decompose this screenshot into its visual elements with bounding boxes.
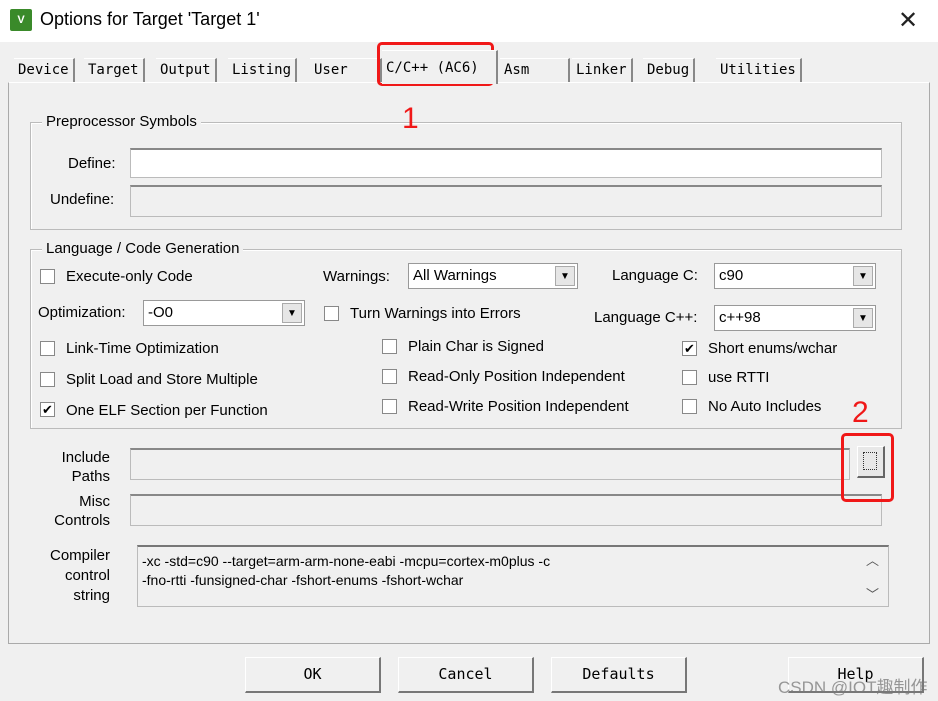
split-load-label: Split Load and Store Multiple	[66, 371, 258, 388]
short-enums-checkbox[interactable]: ✔	[682, 341, 697, 356]
tab-device[interactable]: Device	[14, 58, 75, 82]
compiler-label-line3: string	[73, 587, 110, 604]
tab-debug[interactable]: Debug	[643, 58, 696, 82]
one-elf-checkbox[interactable]: ✔	[40, 402, 55, 417]
include-paths-label: Include Paths	[40, 448, 110, 486]
turn-warnings-label: Turn Warnings into Errors	[350, 305, 521, 322]
optimization-label: Optimization:	[38, 304, 126, 321]
annotation-number-1: 1	[402, 102, 419, 135]
undefine-input[interactable]	[130, 185, 882, 217]
scroll-down-icon[interactable]: ﹀	[866, 584, 879, 603]
annotation-box-2	[841, 433, 894, 502]
no-auto-includes-checkbox[interactable]	[682, 399, 697, 414]
annotation-number-2: 2	[852, 396, 869, 429]
chevron-down-icon[interactable]: ▼	[282, 303, 302, 323]
language-c-value: c90	[719, 267, 744, 284]
rw-pi-label: Read-Write Position Independent	[408, 398, 629, 415]
link-time-label: Link-Time Optimization	[66, 340, 219, 357]
undefine-label: Undefine:	[50, 191, 115, 208]
link-time-checkbox[interactable]	[40, 341, 55, 356]
warnings-select[interactable]: All Warnings ▼	[408, 263, 578, 289]
keil-uvision-icon: V	[10, 9, 32, 31]
plain-char-label: Plain Char is Signed	[408, 338, 544, 355]
misc-label-line2: Controls	[54, 512, 110, 529]
tab-asm[interactable]: Asm	[500, 58, 570, 82]
tab-user[interactable]: User	[310, 58, 382, 82]
define-input[interactable]	[130, 148, 882, 178]
short-enums-label: Short enums/wchar	[708, 340, 838, 357]
compiler-control-label: Compiler control string	[40, 546, 110, 606]
ok-button[interactable]: OK	[245, 657, 381, 693]
preprocessor-title: Preprocessor Symbols	[42, 113, 201, 130]
misc-controls-label: Misc Controls	[40, 492, 110, 530]
tab-cpp-ac6[interactable]: C/C++ (AC6)	[382, 50, 498, 84]
close-icon[interactable]: ✕	[898, 6, 918, 35]
include-label-line1: Include	[61, 449, 110, 466]
language-cpp-value: c++98	[719, 309, 761, 326]
warnings-label: Warnings:	[323, 268, 390, 285]
scroll-up-icon[interactable]: ︿	[866, 550, 879, 569]
defaults-button[interactable]: Defaults	[551, 657, 687, 693]
watermark: CSDN @IOT趣制作	[778, 678, 928, 697]
chevron-down-icon[interactable]: ▼	[555, 266, 575, 286]
language-c-label: Language C:	[612, 267, 698, 284]
rw-pi-checkbox[interactable]	[382, 399, 397, 414]
execute-only-checkbox[interactable]	[40, 269, 55, 284]
include-paths-input[interactable]	[130, 448, 850, 480]
compiler-label-line2: control	[64, 567, 110, 584]
window-title: Options for Target 'Target 1'	[40, 9, 260, 29]
language-c-select[interactable]: c90 ▼	[714, 263, 876, 289]
ro-pi-checkbox[interactable]	[382, 369, 397, 384]
compiler-control-string[interactable]: -xc -std=c90 --target=arm-arm-none-eabi …	[137, 545, 889, 607]
compiler-string-line2: -fno-rtti -funsigned-char -fshort-enums …	[142, 572, 464, 588]
turn-warnings-checkbox[interactable]	[324, 306, 339, 321]
compiler-string-line1: -xc -std=c90 --target=arm-arm-none-eabi …	[142, 553, 551, 569]
tab-output[interactable]: Output	[156, 58, 217, 82]
rtti-checkbox[interactable]	[682, 370, 697, 385]
tab-linker[interactable]: Linker	[572, 58, 633, 82]
ro-pi-label: Read-Only Position Independent	[408, 368, 625, 385]
tab-target[interactable]: Target	[84, 58, 145, 82]
include-label-line2: Paths	[71, 468, 110, 485]
misc-label-line1: Misc	[79, 493, 110, 510]
chevron-down-icon[interactable]: ▼	[853, 308, 873, 328]
cancel-button[interactable]: Cancel	[398, 657, 534, 693]
plain-char-checkbox[interactable]	[382, 339, 397, 354]
language-cpp-select[interactable]: c++98 ▼	[714, 305, 876, 331]
warnings-value: All Warnings	[413, 267, 497, 284]
tab-listing[interactable]: Listing	[228, 58, 298, 82]
execute-only-label: Execute-only Code	[66, 268, 193, 285]
compiler-label-line1: Compiler	[49, 547, 110, 564]
split-load-checkbox[interactable]	[40, 372, 55, 387]
define-label: Define:	[68, 155, 116, 172]
one-elf-label: One ELF Section per Function	[66, 402, 268, 419]
optimization-select[interactable]: -O0 ▼	[143, 300, 305, 326]
rtti-label: use RTTI	[708, 369, 770, 386]
chevron-down-icon[interactable]: ▼	[853, 266, 873, 286]
language-title: Language / Code Generation	[42, 240, 244, 257]
language-cpp-label: Language C++:	[594, 309, 698, 326]
tab-utilities[interactable]: Utilities	[716, 58, 802, 82]
no-auto-includes-label: No Auto Includes	[708, 398, 822, 415]
misc-controls-input[interactable]	[130, 494, 882, 526]
optimization-value: -O0	[148, 304, 174, 321]
